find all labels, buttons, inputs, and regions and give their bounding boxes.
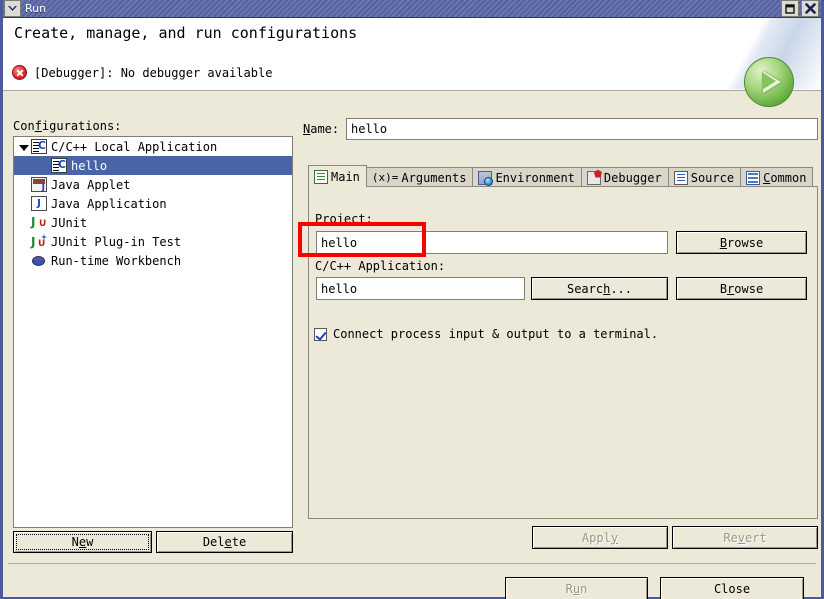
tab-label: Environment <box>495 170 575 185</box>
tree-item-junit[interactable]: JUnit <box>14 213 292 232</box>
java-application-icon <box>31 196 47 211</box>
tree-item-junit-plugin-test[interactable]: JUnit Plug-in Test <box>14 232 292 251</box>
close-glyph <box>804 3 816 14</box>
apply-button[interactable]: Appl y <box>532 526 668 549</box>
tab-label: Debugger <box>603 170 662 185</box>
close-icon[interactable] <box>801 0 819 17</box>
window-title: Run <box>25 2 47 15</box>
junit-plugin-icon <box>31 234 47 251</box>
tree-item-label: Java Application <box>51 196 167 211</box>
configurations-tree[interactable]: C/C++ Local Application hello Java Apple… <box>13 136 293 528</box>
configurations-label: Configurations: <box>13 119 122 133</box>
name-input[interactable]: hello <box>346 118 818 140</box>
tab-bar: Main (x)= Arguments Environment Debugger… <box>308 165 814 187</box>
document-icon <box>314 169 328 184</box>
tab-debugger[interactable]: Debugger <box>580 167 669 187</box>
application-browse-button[interactable]: Br owse <box>676 277 807 300</box>
run-play-icon <box>744 57 794 107</box>
tab-label: Arguments <box>401 170 467 185</box>
arguments-icon: (x)= <box>371 171 399 184</box>
delete-button[interactable]: Del e te <box>156 531 293 553</box>
tree-item-java-applet[interactable]: Java Applet <box>14 175 292 194</box>
cpp-application-icon <box>31 138 47 154</box>
page-title: Create, manage, and run configurations <box>14 24 358 42</box>
cpp-config-icon <box>51 157 67 173</box>
tab-main[interactable]: Main <box>308 165 367 187</box>
tab-arguments[interactable]: (x)= Arguments <box>365 167 474 187</box>
tree-item-label: Java Applet <box>51 177 131 192</box>
revert-button[interactable]: Re v ert <box>672 526 818 549</box>
tab-label: Source <box>690 170 735 185</box>
status-message: [Debugger]: No debugger available <box>34 65 273 80</box>
java-applet-icon <box>31 177 47 193</box>
chevron-down-icon[interactable] <box>18 141 30 153</box>
tab-environment[interactable]: Environment <box>472 167 582 187</box>
dialog-body: Create, manage, and run configurations [… <box>3 18 821 599</box>
plugin-spark-glyph <box>41 234 47 240</box>
new-button[interactable]: New <box>13 531 152 553</box>
tree-item-cpp-local-application[interactable]: C/C++ Local Application <box>14 137 292 156</box>
application-search-button[interactable]: Searc h... <box>531 277 668 300</box>
maximize-glyph <box>785 3 795 14</box>
close-button[interactable]: Close <box>660 577 804 599</box>
footer-separator <box>8 563 816 564</box>
name-label: Name: <box>303 122 340 136</box>
terminal-checkbox-label: Connect process input & output to a term… <box>333 327 659 341</box>
error-icon <box>12 65 27 80</box>
terminal-checkbox[interactable] <box>314 327 327 341</box>
title-bar: Run <box>3 0 821 18</box>
tab-common[interactable]: Common <box>740 167 814 187</box>
application-input[interactable]: hello <box>316 277 525 300</box>
tab-source[interactable]: Source <box>667 167 742 187</box>
debugger-icon <box>586 170 601 185</box>
project-browse-button[interactable]: Browse <box>676 231 807 254</box>
status-message-row: [Debugger]: No debugger available <box>12 65 272 80</box>
tree-item-runtime-workbench[interactable]: Run-time Workbench <box>14 251 292 270</box>
tree-item-label: hello <box>71 158 108 173</box>
tab-label: Main <box>331 169 360 184</box>
project-label: Project: <box>315 212 373 226</box>
dialog-header: Create, manage, and run configurations [… <box>3 18 821 91</box>
window-controls <box>781 0 819 17</box>
tree-item-label: C/C++ Local Application <box>51 139 218 154</box>
terminal-checkbox-row[interactable]: Connect process input & output to a term… <box>314 327 658 341</box>
window-menu-chevron-icon[interactable] <box>4 0 21 17</box>
run-configurations-dialog: Run Create, manage, and run configuratio… <box>0 0 824 599</box>
play-triangle-inner <box>762 72 776 90</box>
run-button[interactable]: Run <box>505 577 648 599</box>
tree-item-label: JUnit Plug-in Test <box>51 234 182 249</box>
screenshot-root: Run Create, manage, and run configuratio… <box>0 0 824 599</box>
environment-icon <box>478 170 494 186</box>
tree-item-label: Run-time Workbench <box>51 253 182 268</box>
tree-item-label: JUnit <box>51 215 88 230</box>
source-icon <box>673 170 688 185</box>
application-label: C/C++ Application: <box>315 259 446 273</box>
project-input[interactable]: hello <box>316 231 668 254</box>
junit-icon <box>31 215 47 231</box>
tree-item-hello[interactable]: hello <box>14 156 292 175</box>
workbench-icon <box>31 253 47 268</box>
tab-label: Common <box>763 170 807 185</box>
tree-item-java-application[interactable]: Java Application <box>14 194 292 213</box>
common-icon <box>746 170 761 185</box>
chevron-down-glyph <box>8 6 17 11</box>
maximize-icon[interactable] <box>781 0 799 17</box>
